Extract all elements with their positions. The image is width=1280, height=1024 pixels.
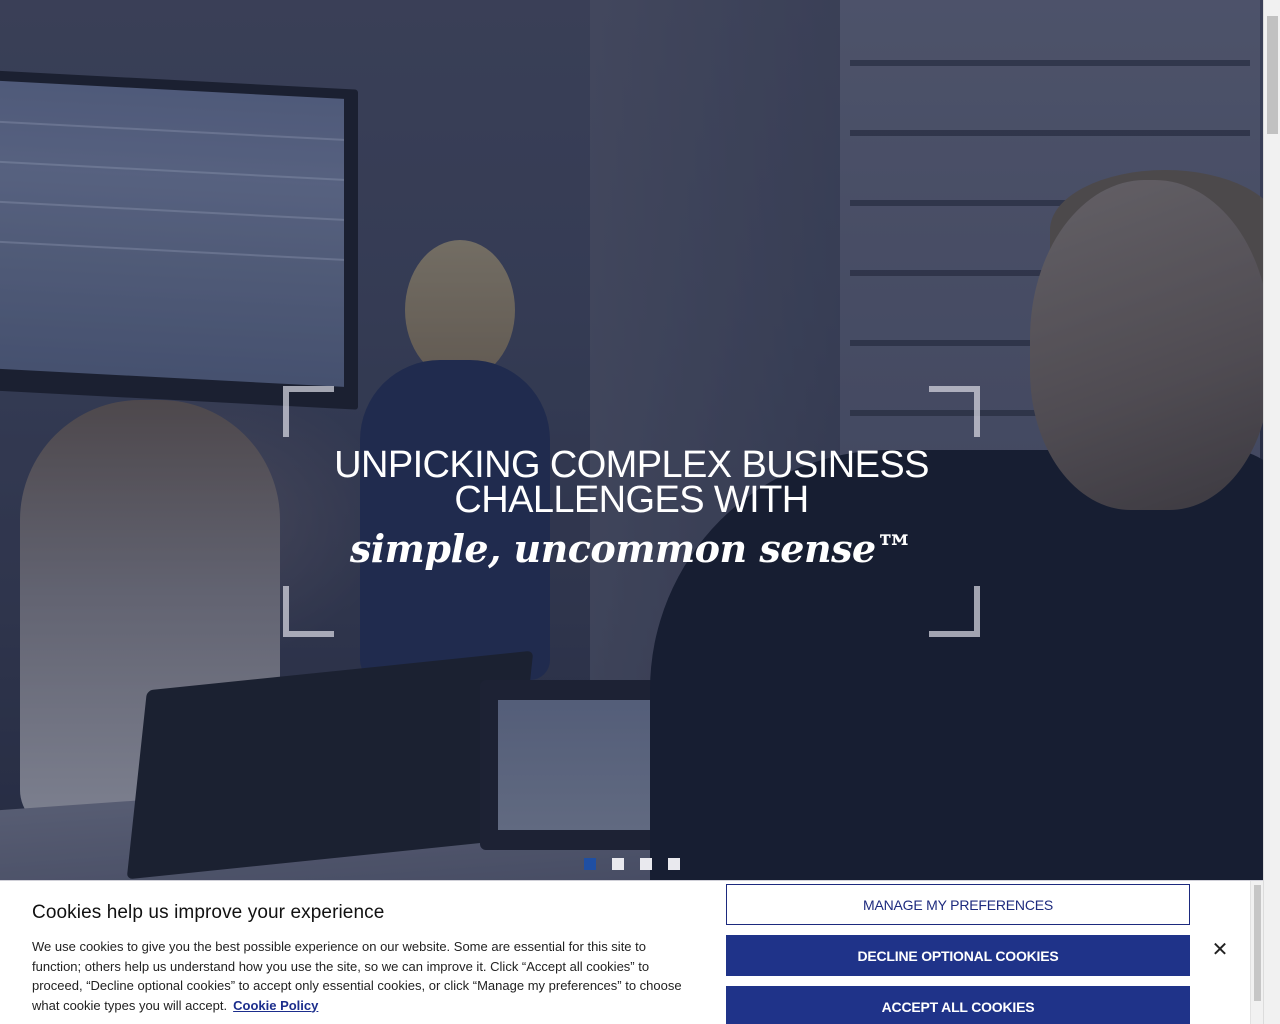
hero-banner: UNPICKING COMPLEX BUSINESS CHALLENGES WI… [0, 0, 1263, 884]
carousel-pagination [584, 858, 680, 870]
headline-line-2: CHALLENGES WITH [454, 479, 809, 521]
page-scrollbar-thumb[interactable] [1267, 16, 1278, 134]
manage-preferences-button[interactable]: MANAGE MY PREFERENCES [726, 884, 1190, 925]
frame-corner-bottom-left [283, 586, 334, 637]
page-scrollbar[interactable] [1263, 0, 1280, 884]
close-icon[interactable]: ✕ [1208, 937, 1232, 961]
carousel-dot-3[interactable] [640, 858, 652, 870]
hero-overlay [0, 0, 1263, 884]
cookie-banner-scrollbar[interactable] [1250, 881, 1263, 1024]
cookie-policy-link[interactable]: Cookie Policy [233, 998, 318, 1013]
frame-corner-bottom-right [929, 586, 980, 637]
frame-corner-top-right [929, 386, 980, 437]
cookie-banner-scrollbar-thumb[interactable] [1254, 885, 1261, 1001]
cookie-banner-text: We use cookies to give you the best poss… [32, 937, 692, 1015]
page-scrollbar-track [1263, 884, 1280, 1024]
frame-corner-top-left [283, 386, 334, 437]
headline-line-1: UNPICKING COMPLEX BUSINESS [334, 444, 929, 486]
cookie-banner: Cookies help us improve your experience … [0, 880, 1263, 1024]
hero-headline: UNPICKING COMPLEX BUSINESS CHALLENGES WI… [300, 444, 963, 576]
cookie-banner-body: We use cookies to give you the best poss… [32, 939, 682, 1013]
carousel-dot-1[interactable] [584, 858, 596, 870]
decline-optional-cookies-button[interactable]: DECLINE OPTIONAL COOKIES [726, 935, 1190, 976]
carousel-dot-2[interactable] [612, 858, 624, 870]
carousel-dot-4[interactable] [668, 858, 680, 870]
cookie-banner-title: Cookies help us improve your experience [32, 902, 385, 923]
hero-tagline: simple, uncommon sense™ [349, 526, 914, 571]
accept-all-cookies-button[interactable]: ACCEPT ALL COOKIES [726, 986, 1190, 1024]
